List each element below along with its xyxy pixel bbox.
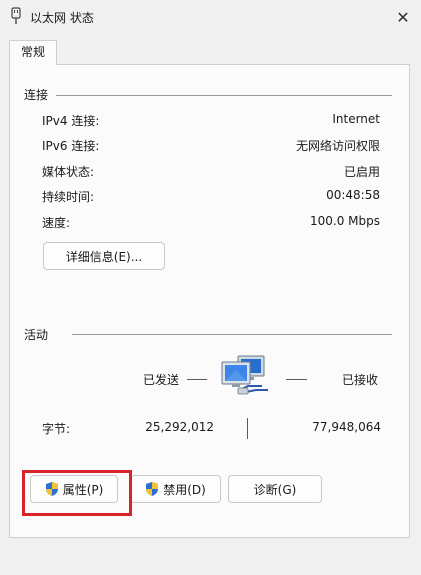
media-state-label: 媒体状态: (42, 165, 95, 179)
ipv6-value: 无网络访问权限 (295, 139, 380, 153)
sent-label: 已发送 (143, 373, 180, 387)
ethernet-icon (11, 7, 21, 24)
details-button[interactable]: 详细信息(E)... (43, 242, 165, 270)
duration-value: 00:48:58 (326, 188, 380, 202)
speed-value: 100.0 Mbps (309, 214, 380, 228)
bytes-sent-value: 25,292,012 (145, 420, 214, 434)
title-bar: 以太网 状态 ✕ (0, 0, 421, 34)
close-button[interactable]: ✕ (385, 0, 421, 34)
speed-label: 速度: (42, 216, 71, 230)
uac-shield-icon (146, 482, 159, 496)
highlight-annotation (22, 470, 132, 516)
details-button-label: 详细信息(E)... (65, 249, 143, 264)
connection-divider (56, 95, 392, 96)
ipv6-label: IPv6 连接: (42, 139, 100, 153)
sent-line (187, 379, 207, 380)
activity-section-label: 活动 (24, 328, 49, 342)
bytes-divider (247, 418, 248, 439)
media-state-value: 已启用 (343, 165, 380, 179)
received-label: 已接收 (342, 373, 379, 387)
diagnose-button[interactable]: 诊断(G) (228, 475, 322, 503)
duration-label: 持续时间: (42, 190, 95, 204)
bytes-label: 字节: (42, 422, 71, 436)
connection-section-label: 连接 (24, 88, 49, 102)
disable-button-label: 禁用(D) (163, 482, 206, 497)
general-panel (9, 64, 410, 538)
window-title: 以太网 状态 (30, 11, 94, 25)
received-line (286, 379, 307, 380)
tab-general[interactable]: 常规 (9, 40, 57, 65)
disable-button[interactable]: 禁用(D) (130, 475, 221, 503)
ipv4-label: IPv4 连接: (42, 114, 100, 128)
diagnose-button-label: 诊断(G) (253, 482, 297, 497)
close-icon: ✕ (396, 7, 410, 27)
tab-label: 常规 (20, 45, 45, 59)
network-computers-icon (221, 355, 268, 395)
bytes-received-value: 77,948,064 (312, 420, 381, 434)
activity-divider (72, 334, 392, 335)
ipv4-value: Internet (332, 112, 380, 126)
